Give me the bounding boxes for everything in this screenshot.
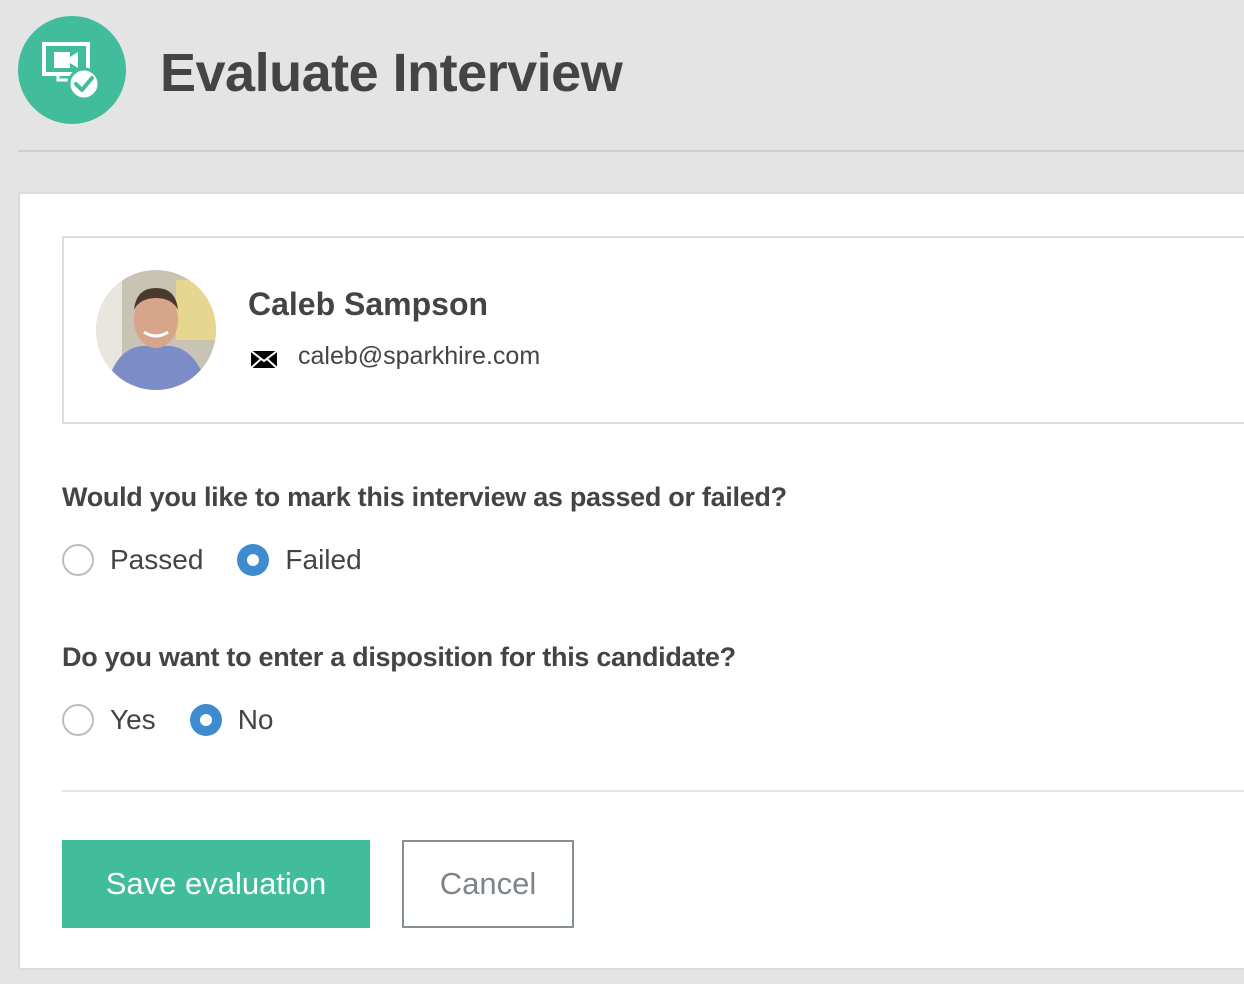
radio-label: Passed [110, 544, 204, 575]
avatar [96, 270, 216, 390]
radio-option-failed[interactable]: Failed [237, 542, 362, 578]
pass-fail-question: Would you like to mark this interview as… [62, 482, 787, 512]
candidate-name: Caleb Sampson [248, 286, 489, 322]
page-header: Evaluate Interview [0, 0, 1244, 152]
radio-option-yes[interactable]: Yes [62, 702, 156, 738]
header-divider [18, 150, 1244, 152]
page-title: Evaluate Interview [160, 43, 623, 103]
radio-option-no[interactable]: No [189, 702, 274, 738]
envelope-icon [250, 348, 278, 370]
evaluation-panel: Caleb Sampson caleb@sparkhire.com Would … [18, 192, 1244, 970]
radio-option-passed[interactable]: Passed [62, 542, 203, 578]
radio-label: Failed [285, 544, 362, 575]
disposition-radio-group: Yes No [62, 700, 307, 740]
radio-failed[interactable] [237, 544, 270, 576]
radio-passed[interactable] [62, 544, 94, 576]
video-monitor-check-icon [18, 16, 126, 124]
radio-no[interactable] [189, 704, 222, 736]
disposition-question: Do you want to enter a disposition for t… [62, 642, 736, 672]
radio-yes[interactable] [62, 704, 94, 736]
radio-label: No [237, 704, 274, 735]
radio-label: Yes [110, 704, 156, 735]
pass-fail-radio-group: Passed Failed [62, 540, 396, 580]
candidate-card: Caleb Sampson caleb@sparkhire.com [62, 236, 1244, 424]
save-evaluation-button[interactable]: Save evaluation [62, 840, 370, 928]
candidate-email[interactable]: caleb@sparkhire.com [298, 340, 540, 372]
form-divider [62, 790, 1244, 792]
cancel-button[interactable]: Cancel [402, 840, 574, 928]
